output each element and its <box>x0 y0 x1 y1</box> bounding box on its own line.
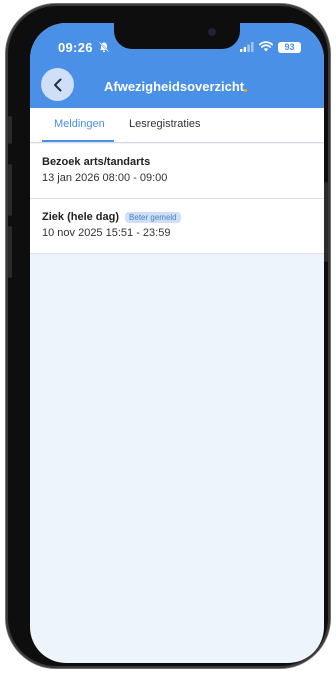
app-header: 09:26 93 Afwezigheidsoverzicht <box>30 23 324 108</box>
tab-bar: Meldingen Lesregistraties <box>30 108 324 143</box>
side-button-volume-down <box>8 226 12 278</box>
tab-meldingen[interactable]: Meldingen <box>54 118 105 130</box>
side-button-power <box>324 182 328 262</box>
camera <box>208 28 216 36</box>
page-title: Afwezigheidsoverzicht <box>104 79 245 94</box>
list-item[interactable]: Ziek (hele dag) Beter gemeld 10 nov 2025… <box>30 199 324 254</box>
item-date: 10 nov 2025 15:51 - 23:59 <box>42 227 171 239</box>
item-date: 13 jan 2026 08:00 - 09:00 <box>42 172 168 184</box>
status-dot <box>244 89 247 92</box>
absence-list: Bezoek arts/tandarts 13 jan 2026 08:00 -… <box>30 144 324 254</box>
cellular-signal-icon <box>240 42 254 52</box>
bell-slash-icon <box>98 41 110 53</box>
side-button-silent <box>8 116 12 144</box>
list-item[interactable]: Bezoek arts/tandarts 13 jan 2026 08:00 -… <box>30 144 324 199</box>
item-title: Ziek (hele dag) <box>42 211 120 223</box>
status-badge: Beter gemeld <box>125 211 181 223</box>
screen: 09:26 93 Afwezigheidsoverzicht Meldingen… <box>30 23 324 663</box>
status-time: 09:26 <box>58 40 93 55</box>
wifi-icon <box>259 41 273 52</box>
back-button[interactable] <box>41 68 74 101</box>
active-tab-indicator <box>42 140 114 142</box>
item-title: Bezoek arts/tandarts <box>42 156 151 168</box>
battery-level: 93 <box>278 42 301 53</box>
side-button-volume-up <box>8 164 12 216</box>
phone-frame: 09:26 93 Afwezigheidsoverzicht Meldingen… <box>6 4 330 668</box>
tab-lesregistraties[interactable]: Lesregistraties <box>129 118 201 130</box>
notch <box>114 23 240 49</box>
chevron-left-icon <box>53 78 61 91</box>
